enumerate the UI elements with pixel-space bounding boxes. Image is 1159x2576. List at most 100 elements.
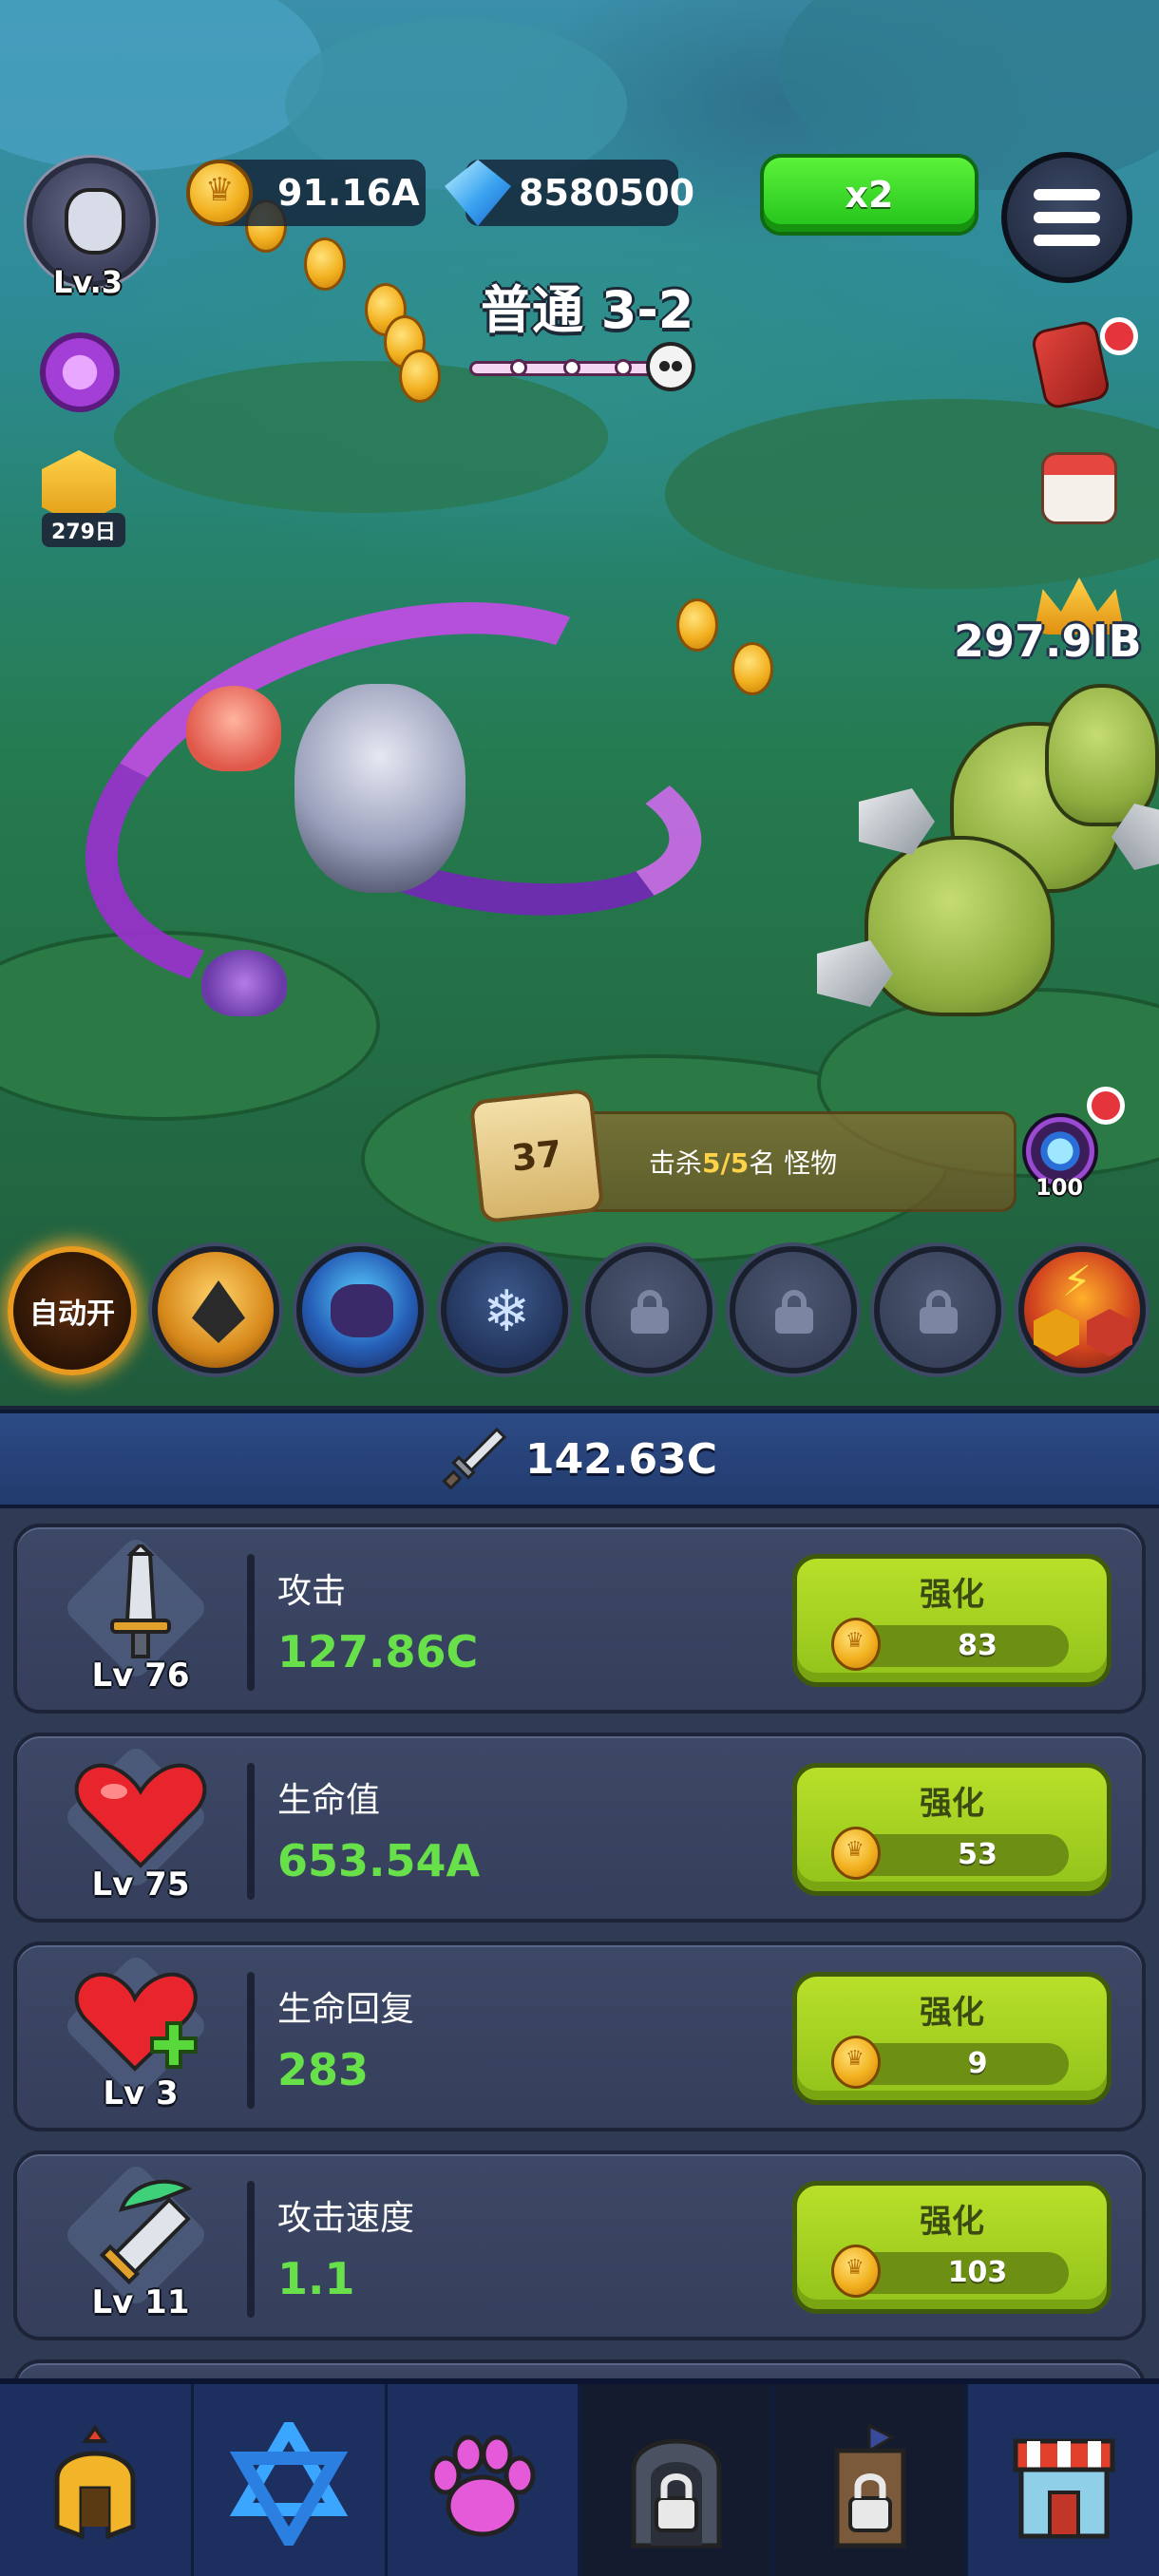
calendar-checkin-icon[interactable] bbox=[1041, 452, 1117, 524]
stat-name: 攻击速度 bbox=[277, 2199, 415, 2238]
sword-shield-icon bbox=[1087, 1309, 1132, 1356]
stat-level: Lv 3 bbox=[103, 2074, 179, 2112]
stat-name: 生命值 bbox=[277, 1781, 381, 1820]
upgrade-cost: 9 bbox=[967, 2047, 988, 2080]
upgrade-hp-button[interactable]: 强化 53 bbox=[792, 1763, 1112, 1896]
skill-slot-locked[interactable] bbox=[730, 1246, 857, 1373]
lightning-icon: ⚡ bbox=[1062, 1258, 1092, 1306]
auto-skill-toggle[interactable]: 自动开 bbox=[8, 1246, 137, 1375]
gold-amount: 91.16A bbox=[277, 172, 420, 214]
skill-slot-locked[interactable] bbox=[585, 1246, 712, 1373]
stat-icon-area: Lv 3 bbox=[55, 1952, 226, 2114]
nav-locked-tower[interactable] bbox=[774, 2384, 969, 2576]
quest-book-icon[interactable] bbox=[1030, 318, 1112, 411]
nav-locked-gate[interactable] bbox=[580, 2384, 775, 2576]
goblin-enemy-sprite bbox=[1045, 684, 1159, 826]
stat-value: 283 bbox=[277, 2044, 370, 2095]
stat-name: 攻击 bbox=[277, 1572, 347, 1611]
gem-reward-count: 100 bbox=[1036, 1174, 1084, 1201]
nav-shop[interactable] bbox=[968, 2384, 1159, 2576]
lock-icon bbox=[631, 1290, 669, 1334]
locked-gate-icon bbox=[631, 2438, 722, 2548]
skill-slot-frost[interactable]: ❄ bbox=[441, 1246, 568, 1373]
purple-flask-icon[interactable] bbox=[40, 332, 120, 412]
upgrade-attack-button[interactable]: 强化 83 bbox=[792, 1554, 1112, 1687]
stage-title: 普通 3-2 bbox=[481, 280, 694, 340]
upgrade-label: 强化 bbox=[920, 2203, 984, 2241]
game-scene: Lv.3 91.16A 8580500 x2 普通 3-2 279日 297.9… bbox=[0, 0, 1159, 1406]
upgrade-cost: 103 bbox=[947, 2256, 1008, 2289]
stage-wave-dot bbox=[615, 359, 632, 376]
blade-skill-icon bbox=[192, 1280, 245, 1343]
coin-icon bbox=[676, 598, 718, 652]
stat-icon-area: Lv 76 bbox=[55, 1534, 226, 1696]
stat-value: 653.54A bbox=[277, 1835, 481, 1886]
upgrade-cost: 83 bbox=[958, 1629, 998, 1662]
skill-slot-locked[interactable] bbox=[874, 1246, 1001, 1373]
upgrade-hp-regen-button[interactable]: 强化 9 bbox=[792, 1972, 1112, 2105]
nav-pet[interactable] bbox=[388, 2384, 581, 2576]
gold-coin-icon bbox=[831, 1827, 881, 1880]
gold-coin-icon bbox=[186, 160, 253, 226]
divider bbox=[247, 2181, 255, 2318]
lock-icon bbox=[920, 1290, 958, 1334]
stage-wave-dot bbox=[510, 359, 527, 376]
fox-pet-sprite bbox=[186, 686, 281, 771]
stat-card-hp-regen: Lv 3 生命回复 283 强化 9 bbox=[13, 1941, 1146, 2131]
stat-level: Lv 75 bbox=[91, 1866, 190, 1904]
shop-icon bbox=[1013, 2438, 1115, 2539]
divider bbox=[247, 1554, 255, 1691]
stat-level: Lv 11 bbox=[91, 2283, 190, 2321]
gold-coin-icon bbox=[831, 2036, 881, 2089]
nav-hero[interactable] bbox=[0, 2384, 194, 2576]
paw-icon bbox=[429, 2434, 536, 2537]
locked-tower-icon bbox=[834, 2423, 906, 2548]
nav-star[interactable] bbox=[194, 2384, 388, 2576]
stat-card-attack-speed: Lv 11 攻击速度 1.1 强化 103 bbox=[13, 2150, 1146, 2340]
helmet-icon bbox=[54, 2424, 136, 2540]
notification-dot bbox=[1100, 317, 1138, 355]
quest-banner[interactable]: 击杀5/5名 怪物 bbox=[532, 1111, 1016, 1212]
quest-number: 37 bbox=[509, 1132, 564, 1180]
stat-icon-area: Lv 11 bbox=[55, 2161, 226, 2323]
gold-coin-icon bbox=[831, 2245, 881, 2298]
days-badge: 279日 bbox=[42, 513, 125, 547]
boss-skull-icon bbox=[646, 342, 695, 391]
bottom-nav bbox=[0, 2378, 1159, 2576]
stat-icon-area: Lv 75 bbox=[55, 1743, 226, 1905]
total-power-bar: 142.63C bbox=[0, 1410, 1159, 1508]
gold-coin-icon bbox=[831, 1618, 881, 1671]
menu-button[interactable] bbox=[1001, 152, 1132, 283]
speed-x2-button[interactable]: x2 bbox=[760, 154, 978, 236]
damage-popup: 297.9IB bbox=[954, 616, 1142, 667]
star-icon bbox=[230, 2422, 349, 2546]
goblin-enemy-sprite bbox=[864, 836, 1054, 1016]
quest-scroll-icon[interactable]: 37 bbox=[468, 1088, 605, 1224]
gem-amount: 8580500 bbox=[519, 172, 695, 214]
bg-leaf bbox=[114, 361, 608, 513]
divider bbox=[247, 1972, 255, 2109]
purple-pet-sprite bbox=[201, 950, 287, 1016]
coin-icon bbox=[304, 237, 346, 291]
heart-plus-icon bbox=[74, 1972, 198, 2072]
sword-icon bbox=[442, 1427, 507, 1490]
stat-card-attack: Lv 76 攻击 127.86C 强化 83 bbox=[13, 1524, 1146, 1714]
sword-icon bbox=[110, 1544, 171, 1658]
skill-slot-blade[interactable] bbox=[152, 1246, 279, 1373]
skill-combo-button[interactable]: ⚡ bbox=[1018, 1246, 1146, 1373]
stat-value: 127.86C bbox=[277, 1626, 479, 1677]
hamburger-line bbox=[1034, 189, 1100, 200]
upgrade-label: 强化 bbox=[920, 1576, 984, 1614]
lock-icon bbox=[775, 1290, 813, 1334]
stage-progress-bar bbox=[469, 359, 659, 376]
coin-icon bbox=[732, 642, 773, 695]
skill-slot-wolf[interactable] bbox=[296, 1246, 424, 1373]
stat-name: 生命回复 bbox=[277, 1990, 415, 2029]
wolf-skill-icon bbox=[331, 1284, 393, 1337]
hero-portrait-icon bbox=[65, 188, 125, 255]
shield-icon bbox=[1034, 1309, 1079, 1356]
upgrade-attack-speed-button[interactable]: 强化 103 bbox=[792, 2181, 1112, 2314]
upgrade-label: 强化 bbox=[920, 1785, 984, 1823]
player-level: Lv.3 bbox=[53, 264, 124, 300]
bg-leaf bbox=[0, 0, 323, 171]
